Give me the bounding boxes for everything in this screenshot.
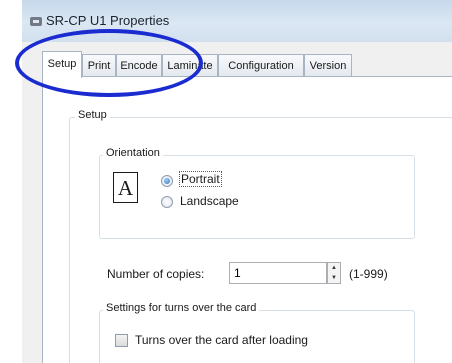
tab-configuration[interactable]: Configuration: [218, 54, 304, 76]
copies-input[interactable]: 1: [229, 262, 327, 284]
setup-tab-page: Setup Orientation A Portrait Landscape N…: [42, 76, 452, 363]
stepper-down-icon[interactable]: ▼: [328, 273, 340, 283]
copies-stepper[interactable]: ▲ ▼: [327, 262, 341, 284]
stepper-up-icon[interactable]: ▲: [328, 263, 340, 273]
turnover-group-label: Settings for turns over the card: [103, 302, 260, 314]
orientation-group: [99, 155, 415, 239]
properties-window: SR-CP U1 Properties Setup Print Encode L…: [0, 0, 452, 363]
page-icon-glyph: A: [118, 176, 134, 200]
highlight-ellipse: [15, 29, 203, 97]
orientation-group-label: Orientation: [103, 147, 163, 159]
landscape-radio[interactable]: [161, 196, 173, 208]
copies-label: Number of copies:: [107, 267, 205, 281]
portrait-page-icon: A: [113, 172, 138, 203]
tab-version[interactable]: Version: [304, 54, 352, 76]
copies-range: (1-999): [349, 267, 388, 281]
setup-group-label: Setup: [75, 109, 110, 121]
portrait-label[interactable]: Portrait: [179, 171, 222, 187]
printer-app-icon: [30, 17, 42, 26]
landscape-label[interactable]: Landscape: [180, 194, 239, 208]
portrait-label-text: Portrait: [179, 171, 222, 187]
turnover-checkbox-label[interactable]: Turns over the card after loading: [135, 333, 308, 347]
turnover-checkbox[interactable]: [115, 334, 128, 347]
portrait-radio[interactable]: [161, 175, 173, 187]
window-title: SR-CP U1 Properties: [46, 13, 170, 28]
